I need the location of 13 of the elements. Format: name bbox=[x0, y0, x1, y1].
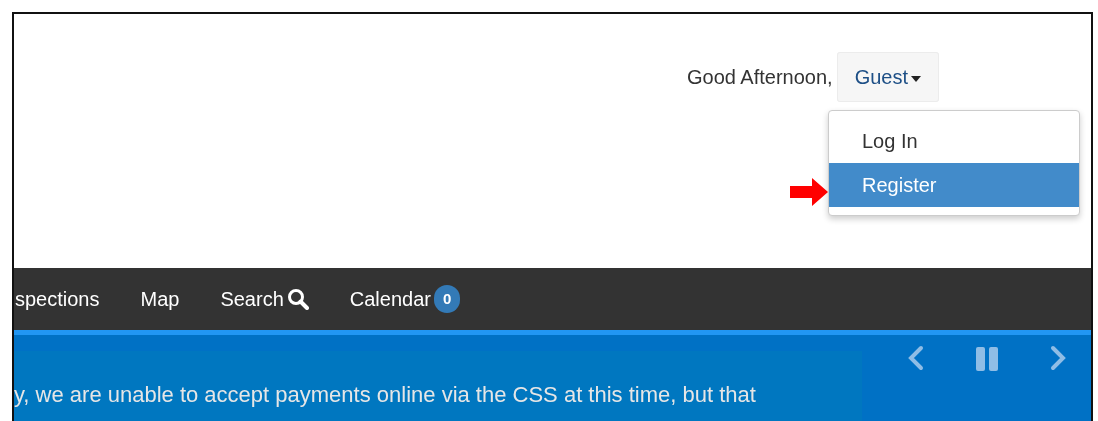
search-icon bbox=[286, 288, 309, 310]
menu-item[interactable]: Register bbox=[829, 163, 1079, 207]
nav-link[interactable]: Search bbox=[220, 284, 309, 314]
greeting-text: Good Afternoon, bbox=[686, 65, 833, 90]
caret-icon bbox=[911, 75, 921, 82]
banner-message: y, we are unable to accept payments online via the CSS at this time, but that bbox=[14, 381, 756, 409]
nav-link[interactable]: Calendar 0 bbox=[349, 284, 461, 314]
pointer-arrow-icon bbox=[790, 178, 830, 206]
menu-item[interactable]: Log In bbox=[829, 119, 1079, 163]
user-menu-button[interactable]: Guest bbox=[836, 52, 939, 102]
nav-link[interactable]: Map bbox=[140, 284, 180, 314]
count-badge: 0 bbox=[433, 284, 461, 314]
nav-link[interactable]: spections bbox=[15, 284, 100, 314]
